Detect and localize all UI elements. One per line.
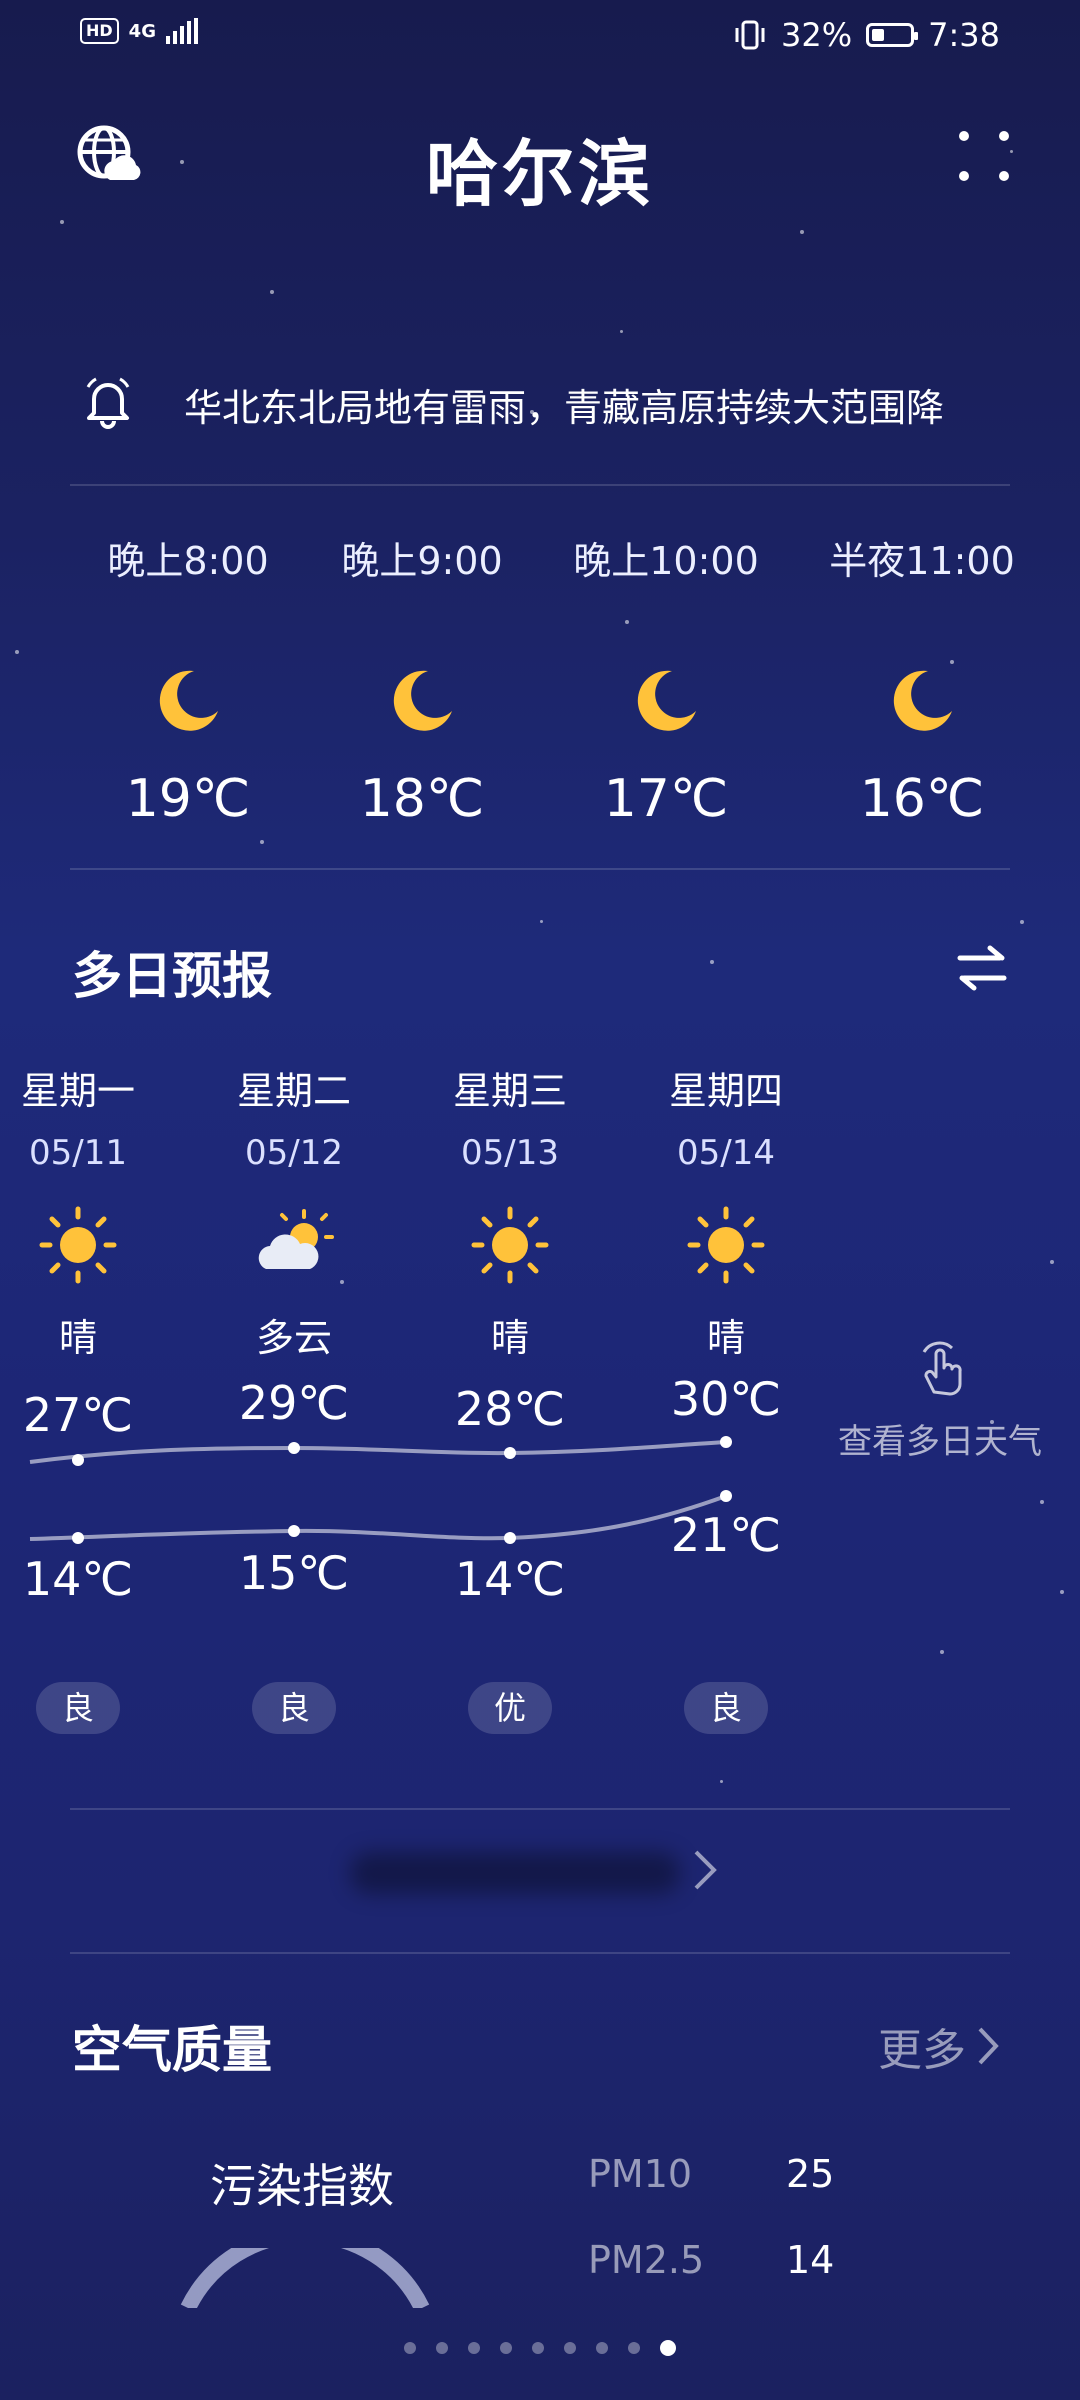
aqi-badge: 良 (36, 1682, 120, 1734)
pollution-index-label: 污染指数 (210, 2159, 394, 2213)
high-temp-point (720, 1436, 732, 1448)
view-multi-day-link[interactable]: 查看多日天气 (830, 1340, 1050, 1463)
pollution-gauge (180, 2248, 430, 2308)
page-dot[interactable] (468, 2342, 480, 2354)
swap-view-icon[interactable] (954, 940, 1010, 996)
divider (70, 484, 1010, 486)
air-quality-more-link[interactable]: 更多 (878, 2014, 1000, 2078)
low-temp-point (72, 1532, 84, 1544)
low-temp: 15℃ (238, 1546, 350, 1600)
low-temp-point (504, 1532, 516, 1544)
hourly-item: 晚上8:00 19℃ (68, 530, 308, 829)
moon-icon (893, 670, 952, 731)
high-temp: 28℃ (454, 1382, 566, 1436)
divider (70, 868, 1010, 870)
aqi-badge: 良 (684, 1682, 768, 1734)
high-temp: 29℃ (238, 1376, 350, 1430)
high-temp: 30℃ (670, 1372, 782, 1426)
top-bar: 哈尔滨 (0, 100, 1080, 220)
hour-temp: 18℃ (359, 769, 485, 829)
pm10-label: PM10 (588, 2152, 693, 2196)
high-temp-point (288, 1442, 300, 1454)
hour-temp: 17℃ (603, 769, 729, 829)
page-dot[interactable] (500, 2342, 512, 2354)
pm25-value: 14 (786, 2238, 835, 2282)
high-temp-point (504, 1447, 516, 1459)
hourly-item: 半夜11:00 16℃ (802, 530, 1042, 829)
page-dot[interactable] (564, 2342, 576, 2354)
page-dot-active[interactable] (660, 2340, 676, 2356)
blurred-promo-row[interactable] (340, 1820, 720, 1920)
battery-percent: 32% (781, 16, 853, 54)
page-indicator[interactable] (0, 2340, 1080, 2356)
low-temp: 21℃ (670, 1508, 782, 1562)
aqi-badge: 优 (468, 1682, 552, 1734)
hour-time: 晚上10:00 (573, 539, 759, 583)
air-quality-title: 空气质量 (72, 2021, 272, 2079)
low-temp-point (720, 1490, 732, 1502)
vibrate-icon (735, 20, 765, 50)
network-type: 4G (128, 20, 156, 42)
alert-text: 华北东北局地有雷雨，青藏高原持续大范围降 (184, 386, 945, 430)
clock: 7:38 (928, 16, 1000, 54)
battery-icon (866, 23, 919, 47)
moon-icon (393, 670, 452, 731)
moon-icon (637, 670, 696, 731)
hourly-item: 晚上10:00 17℃ (546, 530, 786, 829)
more-icon[interactable] (956, 128, 1012, 184)
moon-icon (159, 670, 218, 731)
swipe-hand-icon (922, 1341, 962, 1396)
hourly-forecast[interactable]: 晚上8:00 19℃ 晚上9:00 18℃ 晚上10:00 17℃ 半夜11:0… (0, 530, 1080, 860)
divider (70, 1808, 1010, 1810)
signal-icon (165, 18, 198, 44)
divider (70, 1952, 1010, 1954)
pm10-value: 25 (786, 2152, 835, 2196)
chevron-right-icon (694, 1850, 717, 1890)
low-temp: 14℃ (22, 1552, 134, 1606)
hour-temp: 19℃ (125, 769, 251, 829)
hour-temp: 16℃ (859, 769, 985, 829)
weather-alert[interactable]: 华北东北局地有雷雨，青藏高原持续大范围降 (80, 365, 1010, 445)
high-temp-point (72, 1454, 84, 1466)
low-temp-point (288, 1525, 300, 1537)
hour-time: 晚上9:00 (341, 539, 503, 583)
hd-badge: HD (80, 18, 119, 44)
low-temp: 14℃ (454, 1552, 566, 1606)
page-dot[interactable] (532, 2342, 544, 2354)
bell-icon (86, 377, 130, 429)
city-title: 哈尔滨 (425, 132, 654, 216)
page-dot[interactable] (436, 2342, 448, 2354)
hour-time: 晚上8:00 (107, 539, 269, 583)
multi-day-title: 多日预报 (72, 947, 272, 1005)
page-dot[interactable] (596, 2342, 608, 2354)
page-dot[interactable] (628, 2342, 640, 2354)
aqi-badge: 良 (252, 1682, 336, 1734)
page-dot[interactable] (404, 2342, 416, 2354)
chevron-right-icon (978, 2027, 999, 2065)
status-bar: HD 4G 32% 7:38 (0, 0, 1080, 72)
blurred-content (350, 1852, 680, 1894)
pm25-label: PM2.5 (588, 2238, 705, 2282)
hour-time: 半夜11:00 (829, 539, 1015, 583)
more-label: 更多 (878, 2025, 966, 2076)
hourly-item: 晚上9:00 18℃ (302, 530, 542, 829)
view-multi-day-label: 查看多日天气 (838, 1422, 1042, 1462)
high-temp: 27℃ (22, 1388, 134, 1442)
